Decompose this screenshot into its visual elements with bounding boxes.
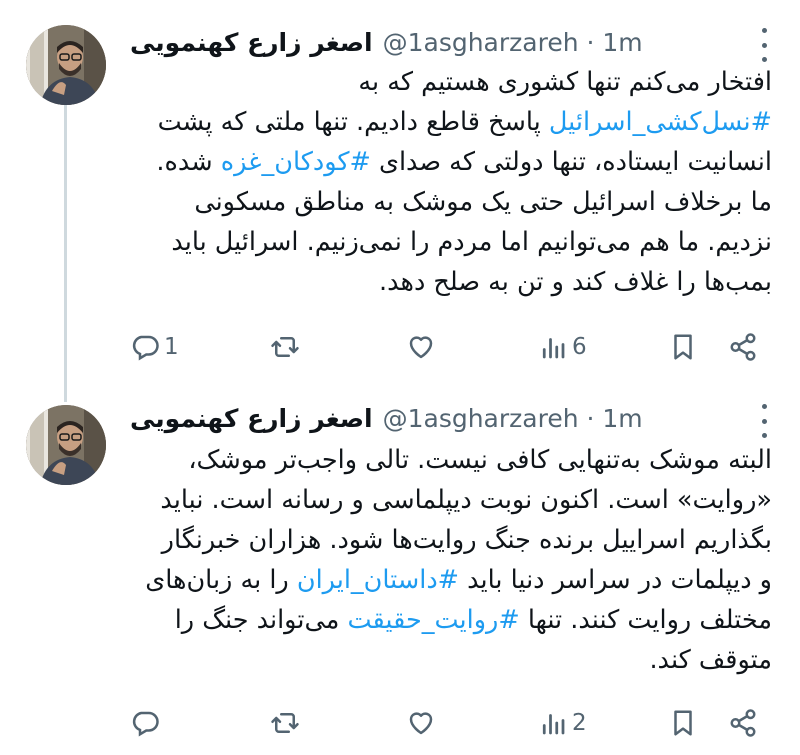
author-name[interactable]: اصغر زارع کهنمویی <box>130 404 373 433</box>
retweet-icon <box>271 713 299 733</box>
tweet-text-line: بمب‌ها را غلاف کند و تن به صلح دهد. <box>128 262 772 302</box>
views-button[interactable]: 6 <box>538 327 587 367</box>
tweet-text-line: بگذاریم اسراییل برنده جنگ روایت‌ها شود. … <box>128 520 772 560</box>
tweet-text-segment: مختلف روایت کنند. تنها <box>519 605 772 635</box>
retweet-button[interactable] <box>270 327 304 367</box>
tweet-text-segment: بمب‌ها را غلاف کند و تن به صلح دهد. <box>379 267 772 297</box>
tweet-text-line: مختلف روایت کنند. تنها #روایت_حقیقت می‌ت… <box>128 600 772 640</box>
tweet-text-line: متوقف کند. <box>128 640 772 680</box>
views-icon <box>542 338 565 359</box>
like-button[interactable] <box>406 703 440 743</box>
hashtag-link[interactable]: #داستان_ایران <box>297 565 459 595</box>
tweet[interactable]: اصغر زارع کهنمویی @1asgharzareh · 1m افت… <box>0 0 800 395</box>
avatar[interactable] <box>26 25 106 105</box>
tweet-text-segment: را به زبان‌های <box>145 565 297 595</box>
view-count: 6 <box>572 334 587 360</box>
reply-icon <box>132 335 159 361</box>
bookmark-button[interactable] <box>668 327 698 367</box>
tweet-actions: 2 <box>130 703 772 743</box>
tweet-text-segment: «روایت» است. اکنون نوبت دیپلماسی و رسانه… <box>160 485 772 515</box>
like-button[interactable] <box>406 327 440 367</box>
tweet-text-line: انسانیت ایستاده، تنها دولتی که صدای #کود… <box>128 142 772 182</box>
tweet-text-line: نزدیم. ما هم می‌توانیم اما مردم را نمی‌ز… <box>128 222 772 262</box>
tweet-text-segment: نزدیم. ما هم می‌توانیم اما مردم را نمی‌ز… <box>171 227 772 257</box>
heart-icon <box>409 336 433 359</box>
reply-count: 1 <box>164 334 179 360</box>
tweet-text-segment: بگذاریم اسراییل برنده جنگ روایت‌ها شود. … <box>161 525 772 555</box>
tweet-header: اصغر زارع کهنمویی @1asgharzareh · 1m <box>130 398 740 438</box>
reply-icon <box>132 711 159 737</box>
author-handle-time[interactable]: @1asgharzareh · 1m <box>383 404 643 433</box>
tweet-header: اصغر زارع کهنمویی @1asgharzareh · 1m <box>130 22 740 62</box>
views-icon <box>542 714 565 735</box>
more-icon[interactable] <box>754 404 774 438</box>
tweet-text-line: البته موشک به‌تنهایی کافی نیست. تالی واج… <box>128 440 772 480</box>
hashtag-link[interactable]: #روایت_حقیقت <box>347 605 519 635</box>
tweet-actions: 1 6 <box>130 327 772 367</box>
reply-button[interactable] <box>130 703 164 743</box>
bookmark-icon <box>674 334 692 360</box>
author-handle-time[interactable]: @1asgharzareh · 1m <box>383 28 643 57</box>
bookmark-icon <box>674 710 692 736</box>
retweet-button[interactable] <box>270 703 304 743</box>
hashtag-link[interactable]: #نسل‌کشی_اسرائیل <box>549 107 772 137</box>
tweet-text-segment: پاسخ قاطع دادیم. تنها ملتی که پشت <box>157 107 549 137</box>
tweet-text: البته موشک به‌تنهایی کافی نیست. تالی واج… <box>128 440 772 680</box>
tweet-text-line: و دیپلمات در سراسر دنیا باید #داستان_ایر… <box>128 560 772 600</box>
reply-button[interactable]: 1 <box>130 327 179 367</box>
tweet-text-line: «روایت» است. اکنون نوبت دیپلماسی و رسانه… <box>128 480 772 520</box>
tweet-text-segment: متوقف کند. <box>649 645 772 675</box>
author-name[interactable]: اصغر زارع کهنمویی <box>130 28 373 57</box>
views-button[interactable]: 2 <box>538 703 587 743</box>
tweet-text-line: افتخار می‌کنم تنها کشوری هستیم که به <box>128 62 772 102</box>
share-icon <box>730 709 756 737</box>
share-button[interactable] <box>728 327 758 367</box>
bookmark-button[interactable] <box>668 703 698 743</box>
share-button[interactable] <box>728 703 758 743</box>
heart-icon <box>409 712 433 735</box>
tweet-text-segment: ما برخلاف اسرائیل حتی یک موشک به مناطق م… <box>194 187 772 217</box>
tweet-text-line: #نسل‌کشی_اسرائیل پاسخ قاطع دادیم. تنها م… <box>128 102 772 142</box>
tweet-text: افتخار می‌کنم تنها کشوری هستیم که به #نسل… <box>128 62 772 302</box>
avatar[interactable] <box>26 405 106 485</box>
retweet-icon <box>271 337 299 357</box>
tweet-text-line: ما برخلاف اسرائیل حتی یک موشک به مناطق م… <box>128 182 772 222</box>
tweet-text-segment: شده. <box>156 147 221 177</box>
tweet-text-segment: افتخار می‌کنم تنها کشوری هستیم که به <box>358 67 772 97</box>
view-count: 2 <box>572 710 587 736</box>
tweet-text-segment: می‌تواند جنگ را <box>174 605 348 635</box>
more-icon[interactable] <box>754 28 774 62</box>
tweet-text-segment: البته موشک به‌تنهایی کافی نیست. تالی واج… <box>188 445 772 475</box>
tweet-text-segment: و دیپلمات در سراسر دنیا باید <box>459 565 772 595</box>
tweet[interactable]: اصغر زارع کهنمویی @1asgharzareh · 1m الب… <box>0 395 800 755</box>
share-icon <box>730 333 756 361</box>
hashtag-link[interactable]: #کودکان_غزه <box>221 147 371 177</box>
tweet-text-segment: انسانیت ایستاده، تنها دولتی که صدای <box>370 147 772 177</box>
